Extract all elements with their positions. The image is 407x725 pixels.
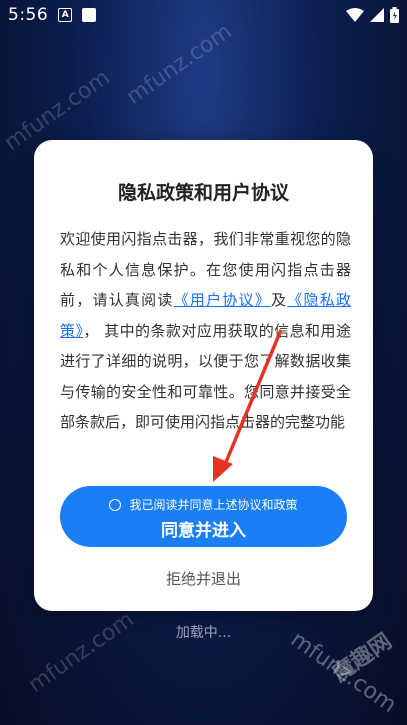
radio-circle-icon[interactable]	[109, 498, 122, 511]
body-text-part2: ， 其中的条款对应用获取的信息和用途进行了详细的说明，以便于您了解数据收集与传输…	[60, 321, 351, 432]
wifi-icon	[346, 8, 364, 22]
status-time: 5:56	[8, 5, 49, 25]
status-bar: 5:56 A	[0, 0, 407, 30]
privacy-dialog: 隐私政策和用户协议 欢迎使用闪指点击器，我们非常重视您的隐私和个人信息保护。在您…	[34, 140, 373, 611]
agree-button-label: 同意并进入	[161, 521, 246, 541]
user-agreement-link[interactable]: 《用户协议》	[174, 291, 271, 309]
and-text: 及	[271, 291, 288, 309]
watermark-text: mfunz.com	[121, 19, 237, 110]
status-icons	[346, 7, 399, 23]
watermark-text: mfunz.com	[23, 607, 139, 698]
dialog-body-text: 欢迎使用闪指点击器，我们非常重视您的隐私和个人信息保护。在您使用闪指点击器前，请…	[60, 224, 351, 438]
agree-checkbox-row[interactable]: 我已阅读并同意上述协议和政策	[60, 496, 347, 513]
notification-a-icon: A	[58, 8, 73, 22]
reject-and-exit-button[interactable]: 拒绝并退出	[34, 568, 373, 589]
battery-icon	[390, 7, 399, 23]
dialog-title: 隐私政策和用户协议	[117, 182, 289, 204]
notification-square-icon	[82, 8, 97, 22]
agree-and-enter-button[interactable]: 我已阅读并同意上述协议和政策 同意并进入	[60, 486, 347, 547]
agree-checkbox-label: 我已阅读并同意上述协议和政策	[129, 498, 298, 512]
signal-icon	[370, 8, 384, 22]
loading-text: 加载中...	[175, 625, 232, 641]
